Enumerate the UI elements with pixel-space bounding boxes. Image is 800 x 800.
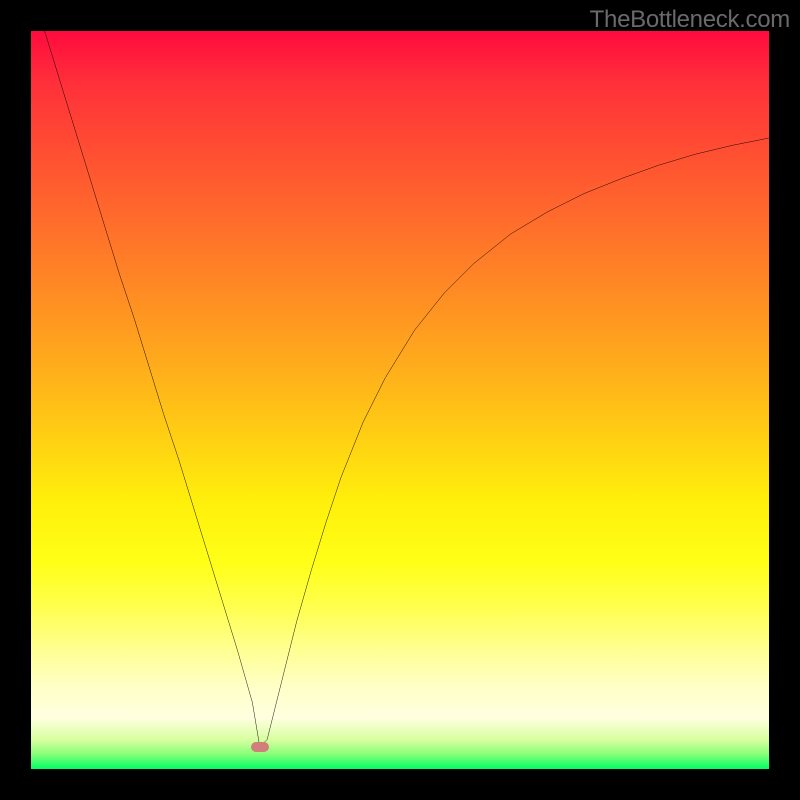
watermark-text: TheBottleneck.com (590, 6, 790, 34)
plot-area (31, 31, 769, 769)
bottleneck-curve (31, 31, 769, 769)
chart-frame: TheBottleneck.com (0, 0, 800, 800)
optimal-marker (251, 742, 269, 752)
